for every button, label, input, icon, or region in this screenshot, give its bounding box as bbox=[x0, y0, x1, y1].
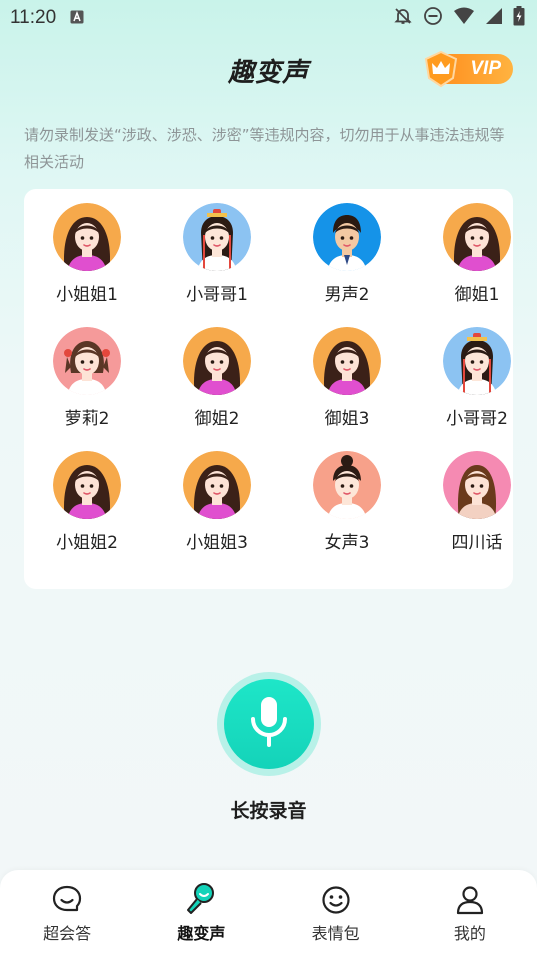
voice-avatar bbox=[53, 327, 121, 395]
voice-label: 御姐3 bbox=[324, 409, 370, 429]
chat-bubble-icon bbox=[51, 882, 83, 916]
tab-quvoice[interactable]: 趣变声 bbox=[141, 882, 261, 944]
user-icon bbox=[454, 882, 486, 916]
tab-chaohuida[interactable]: 超会答 bbox=[7, 882, 127, 944]
voice-option[interactable]: 男声2 bbox=[292, 203, 402, 313]
voice-option[interactable]: 小哥哥1 bbox=[162, 203, 272, 313]
voice-option[interactable]: 小姐姐1 bbox=[32, 203, 142, 313]
microphone-icon bbox=[185, 882, 217, 916]
voice-label: 御姐2 bbox=[194, 409, 240, 429]
tab-profile[interactable]: 我的 bbox=[410, 882, 530, 944]
voice-avatar bbox=[53, 203, 121, 271]
app-header: 趣变声 VIP bbox=[0, 44, 537, 96]
voice-label: 小姐姐2 bbox=[56, 533, 118, 553]
voice-option[interactable]: 萝莉2 bbox=[32, 327, 142, 437]
voice-avatar bbox=[53, 451, 121, 519]
voice-avatar bbox=[313, 203, 381, 271]
voice-avatar bbox=[183, 451, 251, 519]
vip-button[interactable]: VIP bbox=[424, 50, 513, 88]
battery-charging-icon bbox=[513, 6, 525, 30]
voice-label: 小哥哥1 bbox=[186, 285, 248, 305]
voice-avatar bbox=[443, 451, 511, 519]
microphone-icon bbox=[246, 695, 292, 753]
vip-label: VIP bbox=[470, 58, 501, 79]
tab-label: 我的 bbox=[453, 924, 486, 943]
notification-a-icon bbox=[70, 9, 84, 28]
voice-avatar bbox=[443, 203, 511, 271]
voice-avatar bbox=[183, 203, 251, 271]
signal-icon bbox=[485, 7, 503, 29]
voice-panel: 小姐姐1 小哥哥1 男声2 御姐1 萝莉2 御姐2 御姐3 小哥哥2 小姐姐2 … bbox=[24, 189, 513, 589]
status-time: 11:20 bbox=[10, 7, 57, 28]
voice-option[interactable]: 御姐3 bbox=[292, 327, 402, 437]
record-label: 长按录音 bbox=[230, 800, 307, 822]
voice-option[interactable]: 御姐1 bbox=[422, 203, 532, 313]
voice-option[interactable]: 御姐2 bbox=[162, 327, 272, 437]
voice-label: 小哥哥2 bbox=[446, 409, 508, 429]
wifi-icon bbox=[453, 7, 475, 29]
voice-option[interactable]: 小姐姐3 bbox=[162, 451, 272, 561]
voice-option[interactable]: 四川话 bbox=[422, 451, 532, 561]
voice-label: 男声2 bbox=[324, 285, 370, 305]
tab-label: 表情包 bbox=[311, 924, 360, 943]
bottom-tab-bar: 超会答 趣变声 表情包 我的 bbox=[0, 870, 537, 956]
record-button[interactable] bbox=[216, 672, 321, 776]
voice-label: 四川话 bbox=[451, 533, 503, 553]
voice-label: 萝莉2 bbox=[64, 409, 110, 429]
voice-label: 御姐1 bbox=[454, 285, 500, 305]
voice-label: 小姐姐1 bbox=[56, 285, 118, 305]
mute-bell-icon bbox=[393, 6, 413, 30]
voice-option[interactable]: 小哥哥2 bbox=[422, 327, 532, 437]
compliance-notice: 请勿录制发送“涉政、涉恐、涉密”等违规内容，切勿用于从事违法违规等相关活动 bbox=[24, 126, 505, 171]
tab-label: 趣变声 bbox=[177, 924, 226, 943]
record-button-core[interactable] bbox=[223, 679, 314, 769]
page-title: 趣变声 bbox=[227, 57, 309, 88]
tab-stickers[interactable]: 表情包 bbox=[276, 882, 396, 944]
status-bar: 11:20 bbox=[0, 0, 537, 36]
crown-shield-icon bbox=[423, 50, 459, 94]
smiley-icon bbox=[320, 882, 352, 916]
voice-avatar bbox=[443, 327, 511, 395]
voice-avatar bbox=[313, 327, 381, 395]
voice-option[interactable]: 女声3 bbox=[292, 451, 402, 561]
voice-avatar bbox=[183, 327, 251, 395]
voice-label: 女声3 bbox=[324, 533, 370, 553]
voice-label: 小姐姐3 bbox=[186, 533, 248, 553]
record-area: 长按录音 bbox=[0, 672, 537, 823]
voice-avatar bbox=[313, 451, 381, 519]
voice-option[interactable]: 小姐姐2 bbox=[32, 451, 142, 561]
do-not-disturb-icon bbox=[423, 6, 443, 30]
tab-label: 超会答 bbox=[43, 924, 92, 943]
